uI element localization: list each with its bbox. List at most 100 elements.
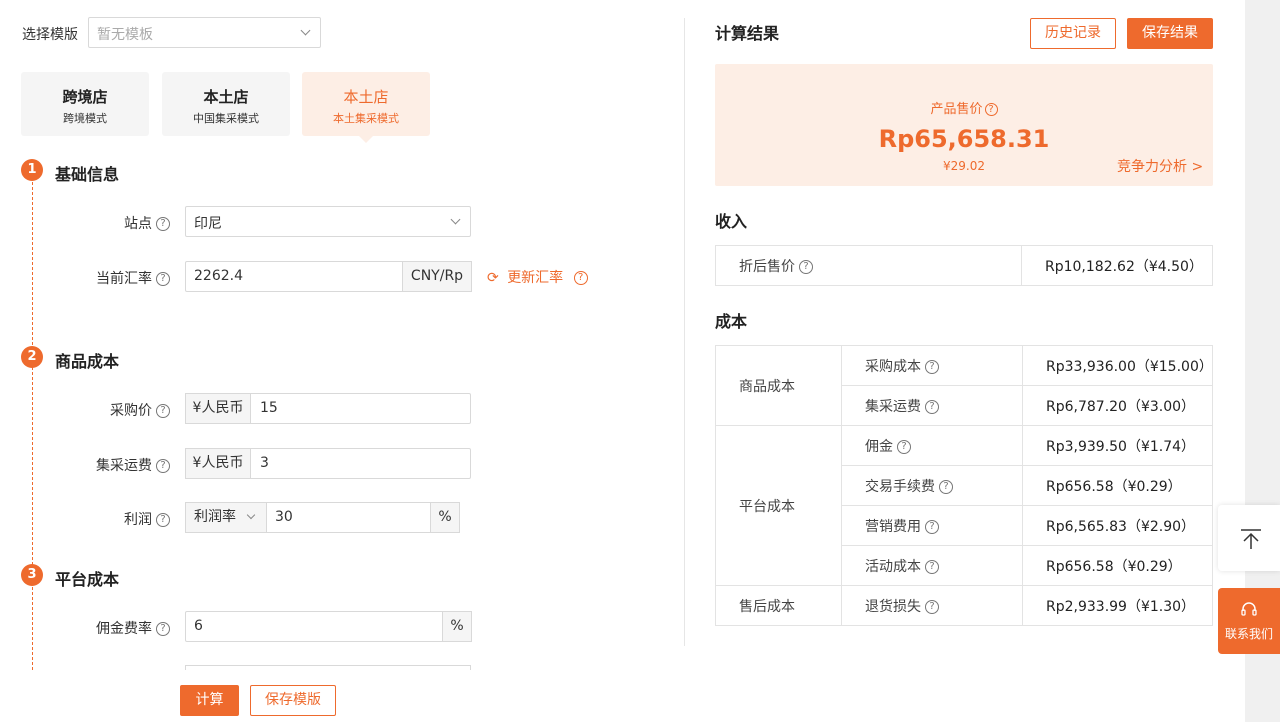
profit-input[interactable]: 利润率 30 % xyxy=(185,502,460,533)
calculate-button[interactable]: 计算 xyxy=(180,685,239,716)
contact-us-button[interactable]: 联系我们 xyxy=(1218,588,1280,654)
site-label: 站点? xyxy=(10,213,170,233)
row-label: 活动成本? xyxy=(841,545,1023,586)
template-label: 选择模版 xyxy=(22,27,78,43)
template-placeholder: 暂无模板 xyxy=(97,27,153,43)
headset-icon xyxy=(1241,602,1257,616)
profit-type-select[interactable]: 利润率 xyxy=(185,502,267,533)
help-icon[interactable]: ? xyxy=(897,439,911,454)
cost-table: 商品成本 采购成本? Rp33,936.00（¥15.00） 集采运费? Rp6… xyxy=(715,345,1213,626)
price-value: Rp65,658.31 xyxy=(878,125,1050,153)
card-sub: 中国集采模式 xyxy=(193,112,259,125)
competition-link[interactable]: 竞争力分析 > xyxy=(1117,156,1203,176)
group-name: 售后成本 xyxy=(715,585,842,626)
card-title: 跨境店 xyxy=(62,88,108,106)
help-icon[interactable]: ? xyxy=(925,599,939,614)
income-table: 折后售价? Rp10,182.62（¥4.50） xyxy=(715,245,1213,286)
result-title: 计算结果 xyxy=(715,24,780,43)
panel-divider xyxy=(684,18,685,646)
help-icon[interactable]: ? xyxy=(939,479,953,494)
card-sub: 本土集采模式 xyxy=(333,112,399,125)
purchase-input[interactable]: ¥人民币 15 xyxy=(185,393,471,424)
step-1-badge: 1 xyxy=(21,159,43,181)
table-row: 售后成本 退货损失? Rp2,933.99（¥1.30） xyxy=(715,585,1213,626)
card-title: 本土店 xyxy=(343,88,389,106)
commission-label: 佣金费率? xyxy=(10,618,170,638)
steps-dashed-line xyxy=(32,182,33,670)
row-label: 集采运费? xyxy=(841,385,1023,426)
purchase-value: 15 xyxy=(260,400,278,416)
store-card-local-china[interactable]: 本土店 中国集采模式 xyxy=(162,72,290,136)
income-title: 收入 xyxy=(715,212,748,231)
store-card-local-local[interactable]: 本土店 本土集采模式 xyxy=(302,72,430,136)
help-icon[interactable]: ? xyxy=(156,404,170,418)
table-row: 平台成本 佣金? Rp3,939.50（¥1.74） xyxy=(715,425,1213,586)
store-card-crossborder[interactable]: 跨境店 跨境模式 xyxy=(21,72,149,136)
help-icon[interactable]: ? xyxy=(156,272,170,286)
help-icon[interactable]: ? xyxy=(156,622,170,636)
cost-title: 成本 xyxy=(715,312,748,331)
help-icon[interactable]: ? xyxy=(156,217,170,231)
freight-value: 3 xyxy=(260,455,269,471)
step-2-badge: 2 xyxy=(21,346,43,368)
back-to-top-button[interactable] xyxy=(1218,505,1280,571)
help-icon[interactable]: ? xyxy=(156,459,170,473)
purchase-currency: ¥人民币 xyxy=(185,393,251,424)
freight-currency: ¥人民币 xyxy=(185,448,251,479)
rate-input[interactable]: 2262.4 CNY/Rp xyxy=(185,261,472,292)
table-row: 商品成本 采购成本? Rp33,936.00（¥15.00） xyxy=(715,345,1213,426)
refresh-icon: ⟳ xyxy=(487,270,499,286)
save-template-button[interactable]: 保存模版 xyxy=(250,685,336,716)
rate-label: 当前汇率? xyxy=(10,268,170,288)
purchase-label: 采购价? xyxy=(10,400,170,420)
freight-input[interactable]: ¥人民币 3 xyxy=(185,448,471,479)
help-icon[interactable]: ? xyxy=(925,559,939,574)
rate-unit: CNY/Rp xyxy=(402,261,472,292)
row-label: 退货损失? xyxy=(841,585,1023,626)
chevron-down-icon xyxy=(300,25,311,36)
help-icon[interactable]: ? xyxy=(799,259,813,274)
help-icon[interactable]: ? xyxy=(984,103,998,116)
income-value: Rp10,182.62（¥4.50） xyxy=(1021,245,1213,286)
row-label: 营销费用? xyxy=(841,505,1023,546)
profit-unit: % xyxy=(430,502,460,533)
help-icon[interactable]: ? xyxy=(925,399,939,414)
step-3-badge: 3 xyxy=(21,564,43,586)
step-1-title: 基础信息 xyxy=(55,165,120,184)
freight-label: 集采运费? xyxy=(10,455,170,475)
card-sub: 跨境模式 xyxy=(63,112,107,125)
template-select[interactable]: 暂无模板 xyxy=(88,17,321,48)
site-value: 印尼 xyxy=(194,216,222,232)
chevron-down-icon xyxy=(246,510,256,520)
help-icon[interactable]: ? xyxy=(573,271,588,285)
row-value: Rp656.58（¥0.29） xyxy=(1022,465,1213,506)
history-button[interactable]: 历史记录 xyxy=(1030,18,1116,49)
update-rate-link[interactable]: ⟳ 更新汇率 ? xyxy=(487,267,588,287)
profit-value: 30 xyxy=(275,509,293,525)
help-icon[interactable]: ? xyxy=(925,359,939,374)
row-value: Rp33,936.00（¥15.00） xyxy=(1022,345,1213,386)
row-value: Rp2,933.99（¥1.30） xyxy=(1022,585,1213,626)
group-name: 商品成本 xyxy=(715,345,842,426)
row-label: 采购成本? xyxy=(841,345,1023,386)
row-value: Rp6,787.20（¥3.00） xyxy=(1022,385,1213,426)
commission-input[interactable]: 6 % xyxy=(185,611,472,642)
row-value: Rp656.58（¥0.29） xyxy=(1022,545,1213,586)
help-icon[interactable]: ? xyxy=(925,519,939,534)
card-active-pointer xyxy=(359,136,373,143)
row-label: 交易手续费? xyxy=(841,465,1023,506)
price-card: 产品售价? Rp65,658.31 ¥29.02 竞争力分析 > xyxy=(715,64,1213,186)
profit-label: 利润? xyxy=(10,509,170,529)
save-result-button[interactable]: 保存结果 xyxy=(1127,18,1213,49)
help-icon[interactable]: ? xyxy=(156,513,170,527)
price-label: 产品售价? xyxy=(715,98,1213,117)
row-value: Rp6,565.83（¥2.90） xyxy=(1022,505,1213,546)
arrow-up-icon xyxy=(1241,529,1261,549)
site-select[interactable]: 印尼 xyxy=(185,206,471,237)
step-2-title: 商品成本 xyxy=(55,352,120,371)
row-value: Rp3,939.50（¥1.74） xyxy=(1022,425,1213,466)
step-3-title: 平台成本 xyxy=(55,570,120,589)
commission-value: 6 xyxy=(194,618,203,634)
row-label: 佣金? xyxy=(841,425,1023,466)
next-input-partial[interactable] xyxy=(185,665,471,670)
